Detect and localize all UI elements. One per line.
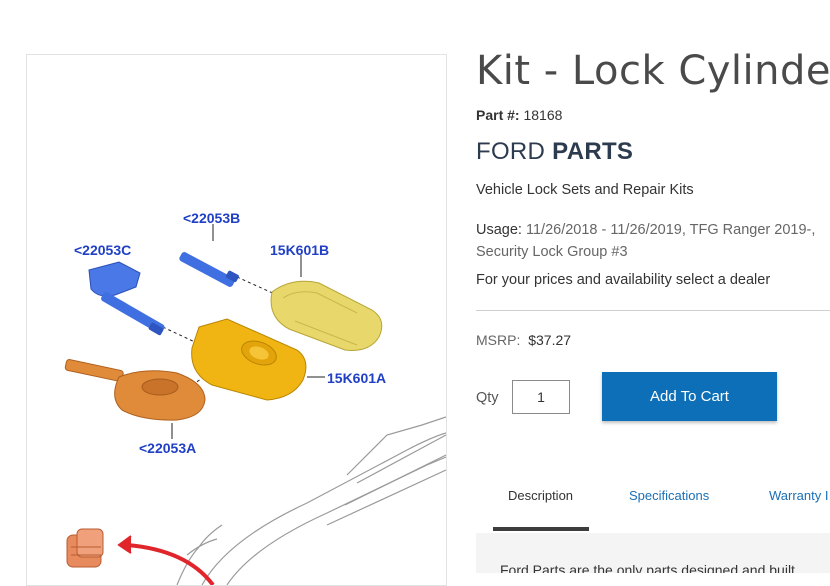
qty-label: Qty bbox=[476, 390, 499, 406]
brand-name-second: PARTS bbox=[552, 138, 634, 165]
add-to-cart-button[interactable]: Add To Cart bbox=[602, 372, 777, 421]
tab-specifications[interactable]: Specifications bbox=[629, 488, 709, 503]
dealer-prompt: For your prices and availability select … bbox=[476, 272, 771, 288]
brand-logo-text: FORD PARTS bbox=[476, 138, 633, 166]
exploded-parts-diagram bbox=[64, 224, 446, 585]
description-panel: Ford Parts are the only parts designed a… bbox=[476, 533, 830, 573]
brand-name-first: FORD bbox=[476, 138, 546, 165]
usage-line-1: 11/26/2018 - 11/26/2019, TFG Ranger 2019… bbox=[525, 222, 816, 238]
key-fob-lower bbox=[191, 318, 307, 401]
red-arrow bbox=[117, 535, 215, 585]
product-image-panel[interactable]: <22053B <22053C 15K601B 15K601A <22053A bbox=[26, 54, 447, 586]
msrp: MSRP: $37.27 bbox=[476, 332, 571, 348]
truck-outline bbox=[176, 416, 446, 585]
blade-key-small bbox=[179, 252, 239, 287]
part-number: Part #: 18168 bbox=[476, 107, 562, 123]
product-category: Vehicle Lock Sets and Repair Kits bbox=[476, 182, 694, 198]
part-number-value: 18168 bbox=[523, 107, 563, 123]
tab-warranty[interactable]: Warranty I bbox=[769, 488, 828, 503]
msrp-value: $37.27 bbox=[528, 332, 572, 348]
msrp-label: MSRP: bbox=[476, 332, 521, 348]
callout-22053a: <22053A bbox=[139, 440, 197, 456]
key-fob-upper bbox=[270, 280, 383, 351]
callout-15k601b: 15K601B bbox=[270, 242, 330, 258]
blade-key-large bbox=[88, 261, 165, 336]
callout-22053b: <22053B bbox=[183, 210, 241, 226]
usage-info: Usage: 11/26/2018 - 11/26/2019, TFG Rang… bbox=[476, 219, 830, 263]
part-number-label: Part #: bbox=[476, 107, 520, 123]
usage-line-2: Security Lock Group #3 bbox=[476, 244, 628, 260]
lock-cylinder-part bbox=[66, 528, 104, 568]
product-title: Kit - Lock Cylinder bbox=[476, 48, 830, 94]
callout-22053c: <22053C bbox=[74, 242, 132, 258]
ignition-key bbox=[64, 359, 206, 421]
divider bbox=[476, 310, 830, 311]
callout-15k601a: 15K601A bbox=[327, 370, 387, 386]
quantity-input[interactable] bbox=[512, 380, 570, 414]
tab-description[interactable]: Description bbox=[508, 488, 573, 503]
usage-label: Usage: bbox=[476, 222, 522, 238]
active-tab-indicator bbox=[493, 527, 589, 531]
